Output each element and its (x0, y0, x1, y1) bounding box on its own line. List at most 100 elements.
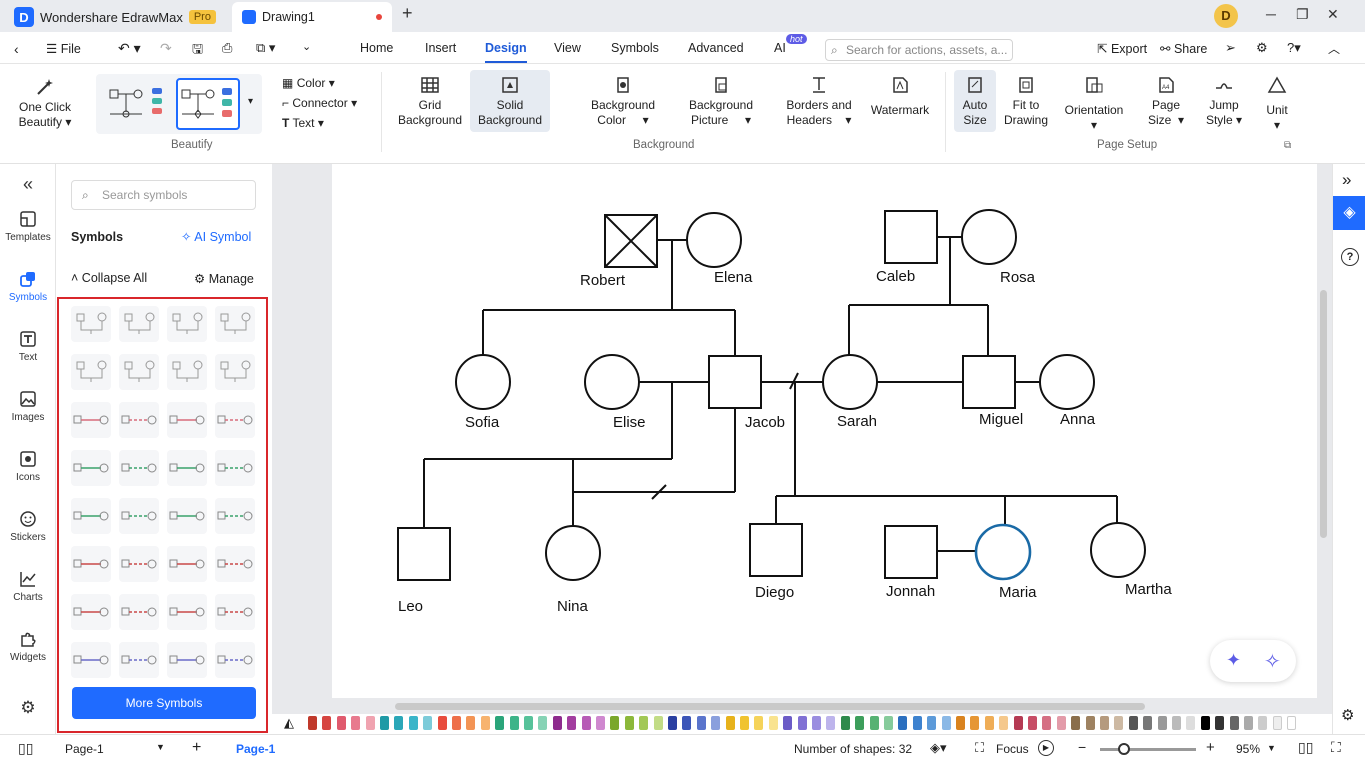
add-page-icon[interactable]: + (192, 739, 201, 757)
symbol-item[interactable] (71, 594, 111, 630)
color-swatch[interactable] (1100, 716, 1109, 730)
zoom-dropdown-icon[interactable]: ▼ (1267, 743, 1276, 753)
symbol-item[interactable] (119, 402, 159, 438)
focus-label[interactable]: Focus (996, 742, 1029, 756)
color-swatch[interactable] (495, 716, 505, 730)
color-swatch[interactable] (1172, 716, 1181, 730)
sofia-female-shape[interactable] (455, 354, 511, 410)
color-swatch[interactable] (754, 716, 764, 730)
symbol-item[interactable] (167, 546, 207, 582)
format-paint-button[interactable]: ◈ (1333, 196, 1365, 230)
color-swatch[interactable] (984, 716, 994, 730)
grid-background-button[interactable]: Grid Background (394, 76, 466, 128)
jacob-male-shape[interactable] (708, 355, 762, 409)
page-selector[interactable]: Page-1 ▼ (58, 739, 168, 759)
rail-icons[interactable]: Icons (0, 450, 56, 483)
rail-stickers[interactable]: Stickers (0, 510, 56, 543)
zoom-in-icon[interactable]: + (1206, 739, 1215, 756)
zoom-out-icon[interactable]: − (1078, 739, 1086, 755)
color-swatch[interactable] (855, 716, 865, 730)
color-swatch[interactable] (1244, 716, 1253, 730)
color-swatch[interactable] (826, 716, 836, 730)
color-swatch[interactable] (336, 716, 346, 730)
symbol-item[interactable] (167, 354, 207, 390)
tab-design[interactable]: Design (485, 41, 527, 63)
color-swatch[interactable] (437, 716, 447, 730)
symbol-item[interactable] (119, 546, 159, 582)
color-swatch[interactable] (1272, 716, 1282, 730)
watermark-button[interactable]: Watermark (866, 76, 934, 118)
color-swatch[interactable] (812, 716, 821, 730)
color-swatch[interactable] (1186, 716, 1196, 730)
help-circle-icon[interactable]: ? (1341, 248, 1359, 266)
symbol-item[interactable] (167, 450, 207, 486)
symbol-item[interactable] (71, 450, 111, 486)
maximize-icon[interactable]: ❐ (1296, 6, 1309, 23)
color-swatch[interactable] (1258, 716, 1268, 730)
ai-beautify-wand-icon[interactable]: ✦ (1226, 650, 1241, 671)
rail-templates[interactable]: Templates (0, 210, 56, 243)
color-swatch[interactable] (1128, 716, 1138, 730)
color-swatch[interactable] (912, 716, 922, 730)
caleb-male-shape[interactable] (884, 210, 938, 264)
app-tab[interactable]: D Wondershare EdrawMax Pro (14, 4, 216, 30)
zoom-slider-handle[interactable] (1118, 743, 1130, 755)
color-swatch[interactable] (365, 716, 375, 730)
settings-gear-icon[interactable]: ⚙ (1256, 40, 1268, 56)
symbol-item[interactable] (215, 306, 255, 342)
miguel-male-shape[interactable] (962, 355, 1016, 409)
color-swatch[interactable] (783, 716, 793, 730)
symbol-item[interactable] (215, 594, 255, 630)
color-swatch[interactable] (1287, 716, 1297, 730)
color-swatch[interactable] (898, 716, 908, 730)
manage-button[interactable]: ⚙ Manage (194, 271, 254, 286)
rail-charts[interactable]: Charts (0, 570, 56, 603)
symbol-item[interactable] (119, 642, 159, 678)
fit-screen-icon[interactable]: ⛶ (1331, 739, 1341, 756)
symbol-item[interactable] (215, 498, 255, 534)
symbol-item[interactable] (215, 402, 255, 438)
symbol-item[interactable] (215, 546, 255, 582)
fill-bucket-icon[interactable]: ◭ (284, 715, 294, 731)
color-swatch[interactable] (423, 716, 433, 730)
elise-female-shape[interactable] (584, 354, 640, 410)
horizontal-scrollbar[interactable] (395, 703, 1145, 710)
color-swatch[interactable] (682, 716, 692, 730)
collapse-all-button[interactable]: ˄ Collapse All (71, 271, 147, 285)
orientation-button[interactable]: Orientation ▾ (1060, 76, 1128, 133)
symbol-item[interactable] (71, 306, 111, 342)
rail-text[interactable]: Text (0, 330, 56, 363)
share-button[interactable]: ⚯ Share (1160, 41, 1207, 56)
user-avatar[interactable]: D (1214, 4, 1238, 28)
color-swatch[interactable] (840, 716, 850, 730)
symbol-item[interactable] (71, 354, 111, 390)
nina-female-shape[interactable] (545, 525, 601, 581)
color-swatch[interactable] (596, 716, 605, 730)
color-swatch[interactable] (941, 716, 951, 730)
color-swatch[interactable] (308, 716, 317, 730)
color-swatch[interactable] (869, 716, 879, 730)
color-swatch[interactable] (1013, 716, 1023, 730)
color-swatch[interactable] (797, 716, 807, 730)
color-swatch[interactable] (1200, 716, 1210, 730)
solid-background-button[interactable]: Solid Background (470, 70, 550, 132)
undo-icon[interactable]: ↶ ▾ (118, 40, 141, 57)
unit-button[interactable]: Unit ▾ (1262, 76, 1292, 133)
maria-female-selected-shape[interactable] (974, 523, 1032, 581)
anna-female-shape[interactable] (1039, 354, 1095, 410)
color-swatch[interactable] (538, 716, 548, 730)
page-size-button[interactable]: A4 Page Size ▾ (1140, 76, 1192, 128)
color-swatch[interactable] (1229, 716, 1239, 730)
symbol-item[interactable] (71, 498, 111, 534)
color-swatch[interactable] (624, 716, 634, 730)
martha-female-shape[interactable] (1090, 522, 1146, 578)
color-swatch[interactable] (524, 716, 533, 730)
color-swatch[interactable] (725, 716, 735, 730)
tab-insert[interactable]: Insert (425, 41, 456, 55)
background-picture-button[interactable]: Background Picture ▾ (676, 76, 766, 128)
jonnah-male-shape[interactable] (884, 525, 938, 579)
redo-icon[interactable]: ↷ (160, 40, 172, 57)
color-swatch[interactable] (768, 716, 778, 730)
toggle-panel-icon[interactable]: ▯▯ (18, 740, 33, 757)
symbol-item[interactable] (119, 594, 159, 630)
